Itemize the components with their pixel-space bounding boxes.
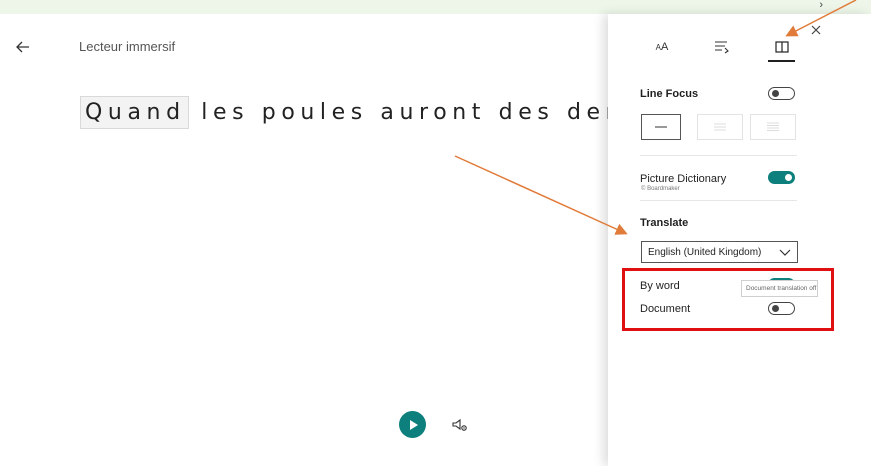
active-tab-indicator: [768, 60, 795, 62]
play-icon: [409, 419, 418, 430]
one-line-icon: [655, 126, 667, 128]
speaker-settings-icon: [452, 418, 467, 431]
picture-dictionary-label: Picture Dictionary: [640, 173, 727, 185]
back-arrow-icon: [16, 41, 29, 53]
picture-dictionary-toggle[interactable]: [768, 171, 795, 184]
line-focus-label: Line Focus: [640, 88, 699, 100]
language-select-value: English (United Kingdom): [648, 246, 762, 258]
text-size-icon: AAAA: [655, 41, 669, 53]
play-button[interactable]: [399, 411, 426, 438]
tab-reading-preferences[interactable]: [768, 36, 796, 58]
tab-grammar-options[interactable]: [708, 36, 736, 58]
tab-text-preferences[interactable]: AAAA: [648, 36, 676, 58]
reading-text-rest: les poules auront des den: [188, 100, 626, 125]
reading-text: Quand les poules auront des den: [80, 96, 626, 129]
back-button[interactable]: [12, 36, 34, 58]
grammar-options-icon: [715, 41, 729, 54]
voice-settings-button[interactable]: [451, 416, 469, 434]
divider: [640, 155, 797, 156]
language-select[interactable]: English (United Kingdom): [641, 241, 798, 263]
annotation-arrow-translate: [454, 155, 628, 235]
book-open-icon: [775, 41, 789, 53]
line-focus-five-lines-button[interactable]: [750, 114, 796, 140]
app-title: Lecteur immersif: [79, 39, 176, 54]
reading-preferences-panel: [608, 14, 871, 466]
divider: [640, 200, 797, 201]
chevron-down-icon: [779, 249, 791, 256]
three-lines-icon: [714, 123, 726, 131]
line-focus-toggle[interactable]: [768, 87, 795, 100]
chevron-right-icon: ›: [819, 0, 823, 11]
focused-word[interactable]: Quand: [80, 96, 189, 129]
document-label: Document: [640, 303, 691, 315]
tooltip: Document translation off: [741, 280, 818, 297]
picture-dictionary-sublabel: © Boardmaker: [641, 186, 680, 192]
line-focus-three-lines-button[interactable]: [697, 114, 743, 140]
close-button[interactable]: [808, 22, 824, 38]
five-lines-icon: [767, 122, 779, 131]
translate-label: Translate: [640, 217, 689, 229]
close-icon: [811, 25, 821, 35]
by-word-label: By word: [640, 280, 680, 292]
document-translation-toggle[interactable]: [768, 302, 795, 315]
top-strip: ›: [0, 0, 871, 14]
line-focus-one-line-button[interactable]: [641, 114, 681, 140]
